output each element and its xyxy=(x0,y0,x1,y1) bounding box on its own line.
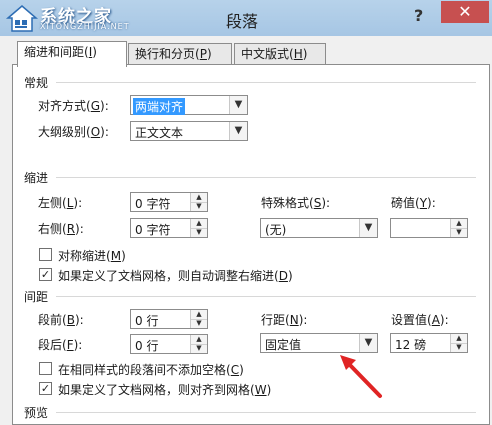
outline-level-select[interactable]: 正文文本 ▼ xyxy=(130,121,248,141)
spacing-at-stepper[interactable]: 12 磅 ▲ ▼ xyxy=(390,333,468,353)
outline-level-label: 大纲级别(O): xyxy=(38,125,109,139)
special-indent-value: (无) xyxy=(265,223,287,237)
dialog-title: 段落 xyxy=(226,12,259,31)
snap-to-grid-label: 如果定义了文档网格，则对齐到网格(W) xyxy=(58,383,272,397)
indent-right-label: 右侧(R): xyxy=(38,222,84,236)
spacing-after-label: 段后(F): xyxy=(38,338,83,352)
close-button[interactable]: ✕ xyxy=(441,1,489,23)
chevron-down-icon: ▼ xyxy=(359,334,377,352)
chevron-down-icon: ▼ xyxy=(229,122,247,140)
divider xyxy=(56,412,476,413)
spin-down-icon[interactable]: ▼ xyxy=(451,228,467,237)
watermark-subtext: XITONGZHIJIA.NET xyxy=(40,22,130,31)
outline-level-value: 正文文本 xyxy=(135,126,184,140)
chevron-down-icon: ▼ xyxy=(359,219,377,237)
title-bar: 系统之家 XITONGZHIJIA.NET 段落 ? ✕ xyxy=(0,0,492,36)
section-preview: 预览 xyxy=(24,406,49,420)
spin-down-icon[interactable]: ▼ xyxy=(191,344,207,353)
spin-down-icon[interactable]: ▼ xyxy=(191,228,207,237)
special-indent-label: 特殊格式(S): xyxy=(261,196,331,210)
auto-right-indent-checkbox[interactable]: ✓ xyxy=(39,268,52,281)
spin-down-icon[interactable]: ▼ xyxy=(191,202,207,211)
spacing-after-stepper[interactable]: 0 行 ▲ ▼ xyxy=(130,334,208,354)
snap-to-grid-checkbox[interactable]: ✓ xyxy=(39,382,52,395)
line-spacing-select[interactable]: 固定值 ▼ xyxy=(260,333,378,353)
alignment-select[interactable]: 两端对齐 ▼ xyxy=(130,95,248,115)
indent-by-stepper[interactable]: ▲ ▼ xyxy=(390,218,468,238)
spin-down-icon[interactable]: ▼ xyxy=(451,343,467,352)
no-space-same-style-label: 在相同样式的段落间不添加空格(C) xyxy=(58,363,244,377)
no-space-same-style-checkbox[interactable] xyxy=(39,362,52,375)
chevron-down-icon: ▼ xyxy=(229,96,247,114)
section-general: 常规 xyxy=(24,76,49,90)
divider xyxy=(56,177,476,178)
auto-right-indent-label: 如果定义了文档网格，则自动调整右缩进(D) xyxy=(58,269,293,283)
indent-left-label: 左侧(L): xyxy=(38,196,83,210)
alignment-label: 对齐方式(G): xyxy=(38,99,109,113)
indent-by-label: 磅值(Y): xyxy=(391,196,436,210)
indent-right-stepper[interactable]: 0 字符 ▲ ▼ xyxy=(130,218,208,238)
spacing-at-label: 设置值(A): xyxy=(391,313,449,327)
tab-line-page-breaks[interactable]: 换行和分页(P) xyxy=(128,43,232,65)
spacing-before-label: 段前(B): xyxy=(38,313,84,327)
mirror-indents-checkbox[interactable] xyxy=(39,248,52,261)
tab-indent-spacing[interactable]: 缩进和间距(I) xyxy=(17,41,127,67)
tab-asian-typography[interactable]: 中文版式(H) xyxy=(234,43,326,65)
spacing-before-stepper[interactable]: 0 行 ▲ ▼ xyxy=(130,309,208,329)
help-button[interactable]: ? xyxy=(414,6,423,25)
section-indentation: 缩进 xyxy=(24,171,49,185)
line-spacing-value: 固定值 xyxy=(265,338,302,352)
special-indent-select[interactable]: (无) ▼ xyxy=(260,218,378,238)
divider xyxy=(56,296,476,297)
section-spacing: 间距 xyxy=(24,290,49,304)
mirror-indents-label: 对称缩进(M) xyxy=(58,249,126,263)
alignment-value: 两端对齐 xyxy=(133,98,186,115)
spin-down-icon[interactable]: ▼ xyxy=(191,319,207,328)
indent-left-stepper[interactable]: 0 字符 ▲ ▼ xyxy=(130,192,208,212)
line-spacing-label: 行距(N): xyxy=(261,313,308,327)
divider xyxy=(56,82,476,83)
